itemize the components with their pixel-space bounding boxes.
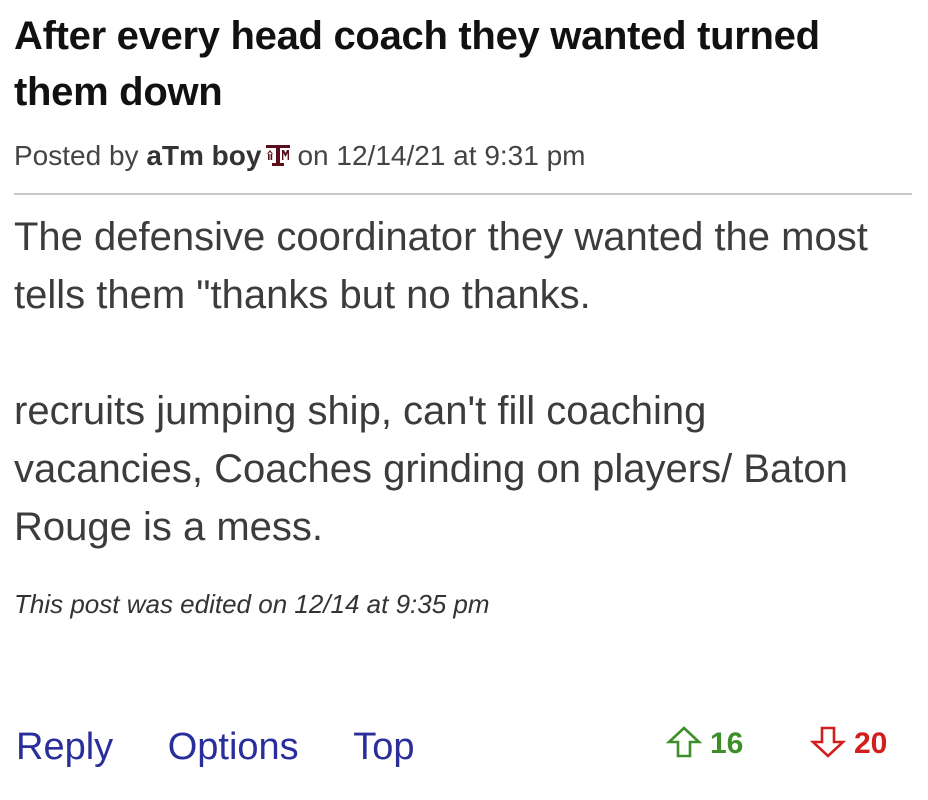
- downvote-count: 20: [854, 727, 888, 760]
- upvote-count: 16: [710, 727, 744, 760]
- post-date: 12/14/21: [336, 140, 446, 171]
- arrow-down-icon: [810, 726, 846, 758]
- byline-prefix: Posted by: [14, 140, 139, 171]
- upvote-button[interactable]: 16: [666, 724, 743, 768]
- author-name[interactable]: aTm boy: [146, 140, 261, 171]
- post-body: The defensive coordinator they wanted th…: [14, 208, 904, 556]
- texas-am-logo-icon: [266, 144, 291, 166]
- downvote-button[interactable]: 20: [810, 724, 887, 768]
- vote-bar: 16 20: [14, 724, 914, 768]
- divider: [14, 193, 912, 195]
- byline-at: at: [453, 140, 477, 171]
- arrow-up-icon: [666, 726, 702, 758]
- post-paragraph: recruits jumping ship, can't fill coachi…: [14, 389, 848, 549]
- edited-note: This post was edited on 12/14 at 9:35 pm: [14, 589, 490, 619]
- post-byline: Posted by aTm boy on 12/14/21 at 9:31 pm: [14, 136, 585, 176]
- post-paragraph: The defensive coordinator they wanted th…: [14, 215, 868, 317]
- byline-on: on: [297, 140, 329, 171]
- post-title: After every head coach they wanted turne…: [14, 14, 820, 114]
- forum-post: After every head coach they wanted turne…: [14, 0, 914, 800]
- post-time: 9:31 pm: [484, 140, 586, 171]
